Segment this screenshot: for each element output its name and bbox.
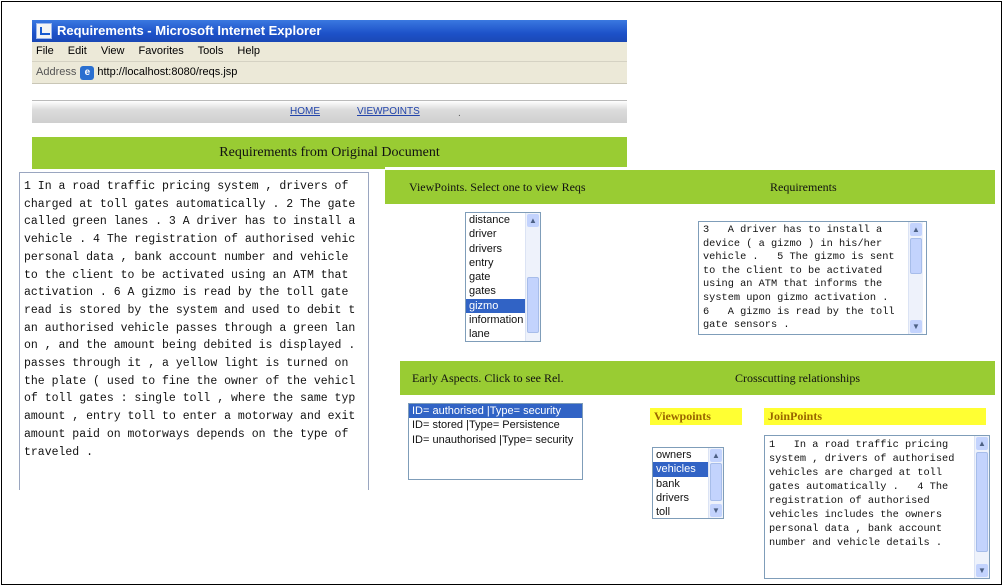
document-line: activation . 6 A gizmo is read by the to…	[24, 286, 349, 300]
browser-title-bar: Requirements - Microsoft Internet Explor…	[32, 20, 627, 42]
scroll-down-icon[interactable]: ▼	[910, 320, 922, 333]
document-line: charged at toll gates automatically . 2 …	[24, 197, 356, 211]
address-bar: Address e http://localhost:8080/reqs.jsp	[32, 62, 627, 84]
related-viewpoints-scrollbar[interactable]: ▲ ▼	[708, 448, 723, 518]
scroll-up-icon[interactable]: ▲	[527, 214, 539, 227]
scroll-down-icon[interactable]: ▼	[710, 504, 722, 517]
document-line: amount , entry toll to enter a motorway …	[24, 410, 356, 424]
menu-file[interactable]: File	[36, 45, 54, 57]
joinpoint-line: 1 In a road traffic pricing	[769, 439, 949, 451]
document-line: the plate ( used to fine the owner of th…	[24, 374, 356, 388]
document-line: read is stored by the system and used to…	[24, 303, 356, 317]
requirements-textarea[interactable]: 3 A driver has to install a device ( a gi…	[698, 221, 927, 335]
document-line: traveled .	[24, 445, 94, 459]
requirement-line: device ( a gizmo ) in his/her	[703, 237, 883, 250]
scroll-thumb[interactable]	[910, 238, 922, 274]
viewpoints-header: ViewPoints. Select one to view Reqs Requ…	[385, 170, 995, 204]
browser-title: Requirements - Microsoft Internet Explor…	[57, 23, 322, 38]
scroll-up-icon[interactable]: ▲	[910, 223, 922, 236]
document-line: an authorised vehicle passes through a g…	[24, 321, 356, 335]
document-line: vehicle . 4 The registration of authoris…	[24, 233, 356, 247]
figure-frame: Requirements - Microsoft Internet Explor…	[1, 1, 1002, 585]
page-icon: e	[80, 65, 95, 80]
aspects-header: Early Aspects. Click to see Rel. Crosscu…	[400, 361, 995, 395]
scroll-thumb[interactable]	[976, 452, 988, 552]
requirements-scrollbar[interactable]: ▲ ▼	[908, 222, 923, 334]
aspect-option[interactable]: ID= authorised |Type= security	[409, 404, 582, 419]
requirement-line: system upon gizmo activation .	[703, 291, 889, 304]
browser-menu-bar: File Edit View Favorites Tools Help	[32, 42, 627, 62]
nav-viewpoints-link[interactable]: VIEWPOINTS	[357, 106, 420, 117]
requirement-line: to the client to be activated	[703, 264, 883, 277]
joinpoint-line: number and vehicle details .	[769, 537, 943, 549]
aspects-panel: Early Aspects. Click to see Rel. Crosscu…	[400, 359, 995, 584]
aspect-option[interactable]: ID= unauthorised |Type= security	[409, 433, 582, 447]
address-input[interactable]: http://localhost:8080/reqs.jsp	[97, 62, 237, 83]
document-line: of toll gates : single toll , where the …	[24, 392, 356, 406]
aspects-listbox[interactable]: ID= authorised |Type= security ID= stored…	[408, 403, 583, 480]
ie-logo-icon	[36, 23, 52, 39]
requirement-line: vehicle . 5 The gizmo is sent	[703, 251, 895, 264]
nav-dot: .	[458, 108, 461, 119]
requirement-line: using an ATM that informs the	[703, 278, 883, 291]
joinpoint-line: vehicles are charged at toll	[769, 467, 943, 479]
joinpoints-label: JoinPoints	[764, 408, 986, 425]
menu-edit[interactable]: Edit	[68, 45, 87, 57]
viewpoint-scrollbar[interactable]: ▲	[525, 213, 540, 341]
document-textarea[interactable]: 1 In a road traffic pricing system , dri…	[19, 172, 369, 490]
viewpoints-panel: ViewPoints. Select one to view Reqs Requ…	[385, 167, 995, 357]
viewpoint-listbox[interactable]: distance driver drivers entry gate gates gizmo…	[465, 212, 541, 342]
document-line: passes through it , a yellow light is tu…	[24, 357, 349, 371]
menu-help[interactable]: Help	[237, 45, 260, 57]
nav-home-link[interactable]: HOME	[290, 106, 320, 117]
scroll-up-icon[interactable]: ▲	[710, 449, 722, 462]
scroll-thumb[interactable]	[710, 463, 722, 501]
joinpoints-textarea[interactable]: 1 In a road traffic pricing system , driv…	[764, 435, 990, 579]
viewpoints-title: ViewPoints. Select one to view Reqs	[409, 180, 586, 194]
joinpoint-line: gates automatically . 4 The	[769, 481, 949, 493]
requirement-line: gate sensors .	[703, 319, 790, 332]
joinpoint-line: registration of authorised	[769, 495, 930, 507]
crosscutting-title: Crosscutting relationships	[735, 371, 860, 385]
document-line: to the client to be activated using an A…	[24, 268, 349, 282]
scroll-down-icon[interactable]: ▼	[976, 564, 988, 577]
document-line: called green lanes . 3 A driver has to i…	[24, 215, 356, 229]
joinpoint-line: vehicles includes the owners	[769, 509, 943, 521]
address-label: Address	[36, 66, 77, 78]
menu-view[interactable]: View	[101, 45, 125, 57]
requirement-line: 3 A driver has to install a	[703, 224, 883, 236]
document-line: 1 In a road traffic pricing system , dri…	[24, 180, 349, 193]
joinpoint-line: personal data , bank account	[769, 523, 943, 535]
joinpoints-scrollbar[interactable]: ▲ ▼	[974, 436, 989, 578]
requirements-title: Requirements	[770, 180, 837, 194]
document-line: on , and the amount being debited is dis…	[24, 339, 356, 353]
aspects-title: Early Aspects. Click to see Rel.	[412, 371, 564, 385]
viewpoints-label: Viewpoints	[650, 408, 742, 425]
aspect-option[interactable]: ID= stored |Type= Persistence	[409, 418, 582, 432]
scroll-thumb[interactable]	[527, 277, 539, 333]
site-nav-bar: HOME VIEWPOINTS .	[32, 100, 627, 123]
requirement-line: 6 A gizmo is read by the toll	[703, 305, 895, 318]
scroll-up-icon[interactable]: ▲	[976, 437, 988, 450]
joinpoint-line: system , drivers of authorised	[769, 453, 955, 465]
document-heading: Requirements from Original Document	[32, 137, 627, 169]
menu-tools[interactable]: Tools	[198, 45, 224, 57]
document-line: amount paid on motorways depends on the …	[24, 427, 349, 441]
document-line: personal data , bank account number and …	[24, 250, 349, 264]
menu-favorites[interactable]: Favorites	[139, 45, 184, 57]
related-viewpoints-listbox[interactable]: owners vehicles bank drivers toll ▲ ▼	[652, 447, 724, 519]
